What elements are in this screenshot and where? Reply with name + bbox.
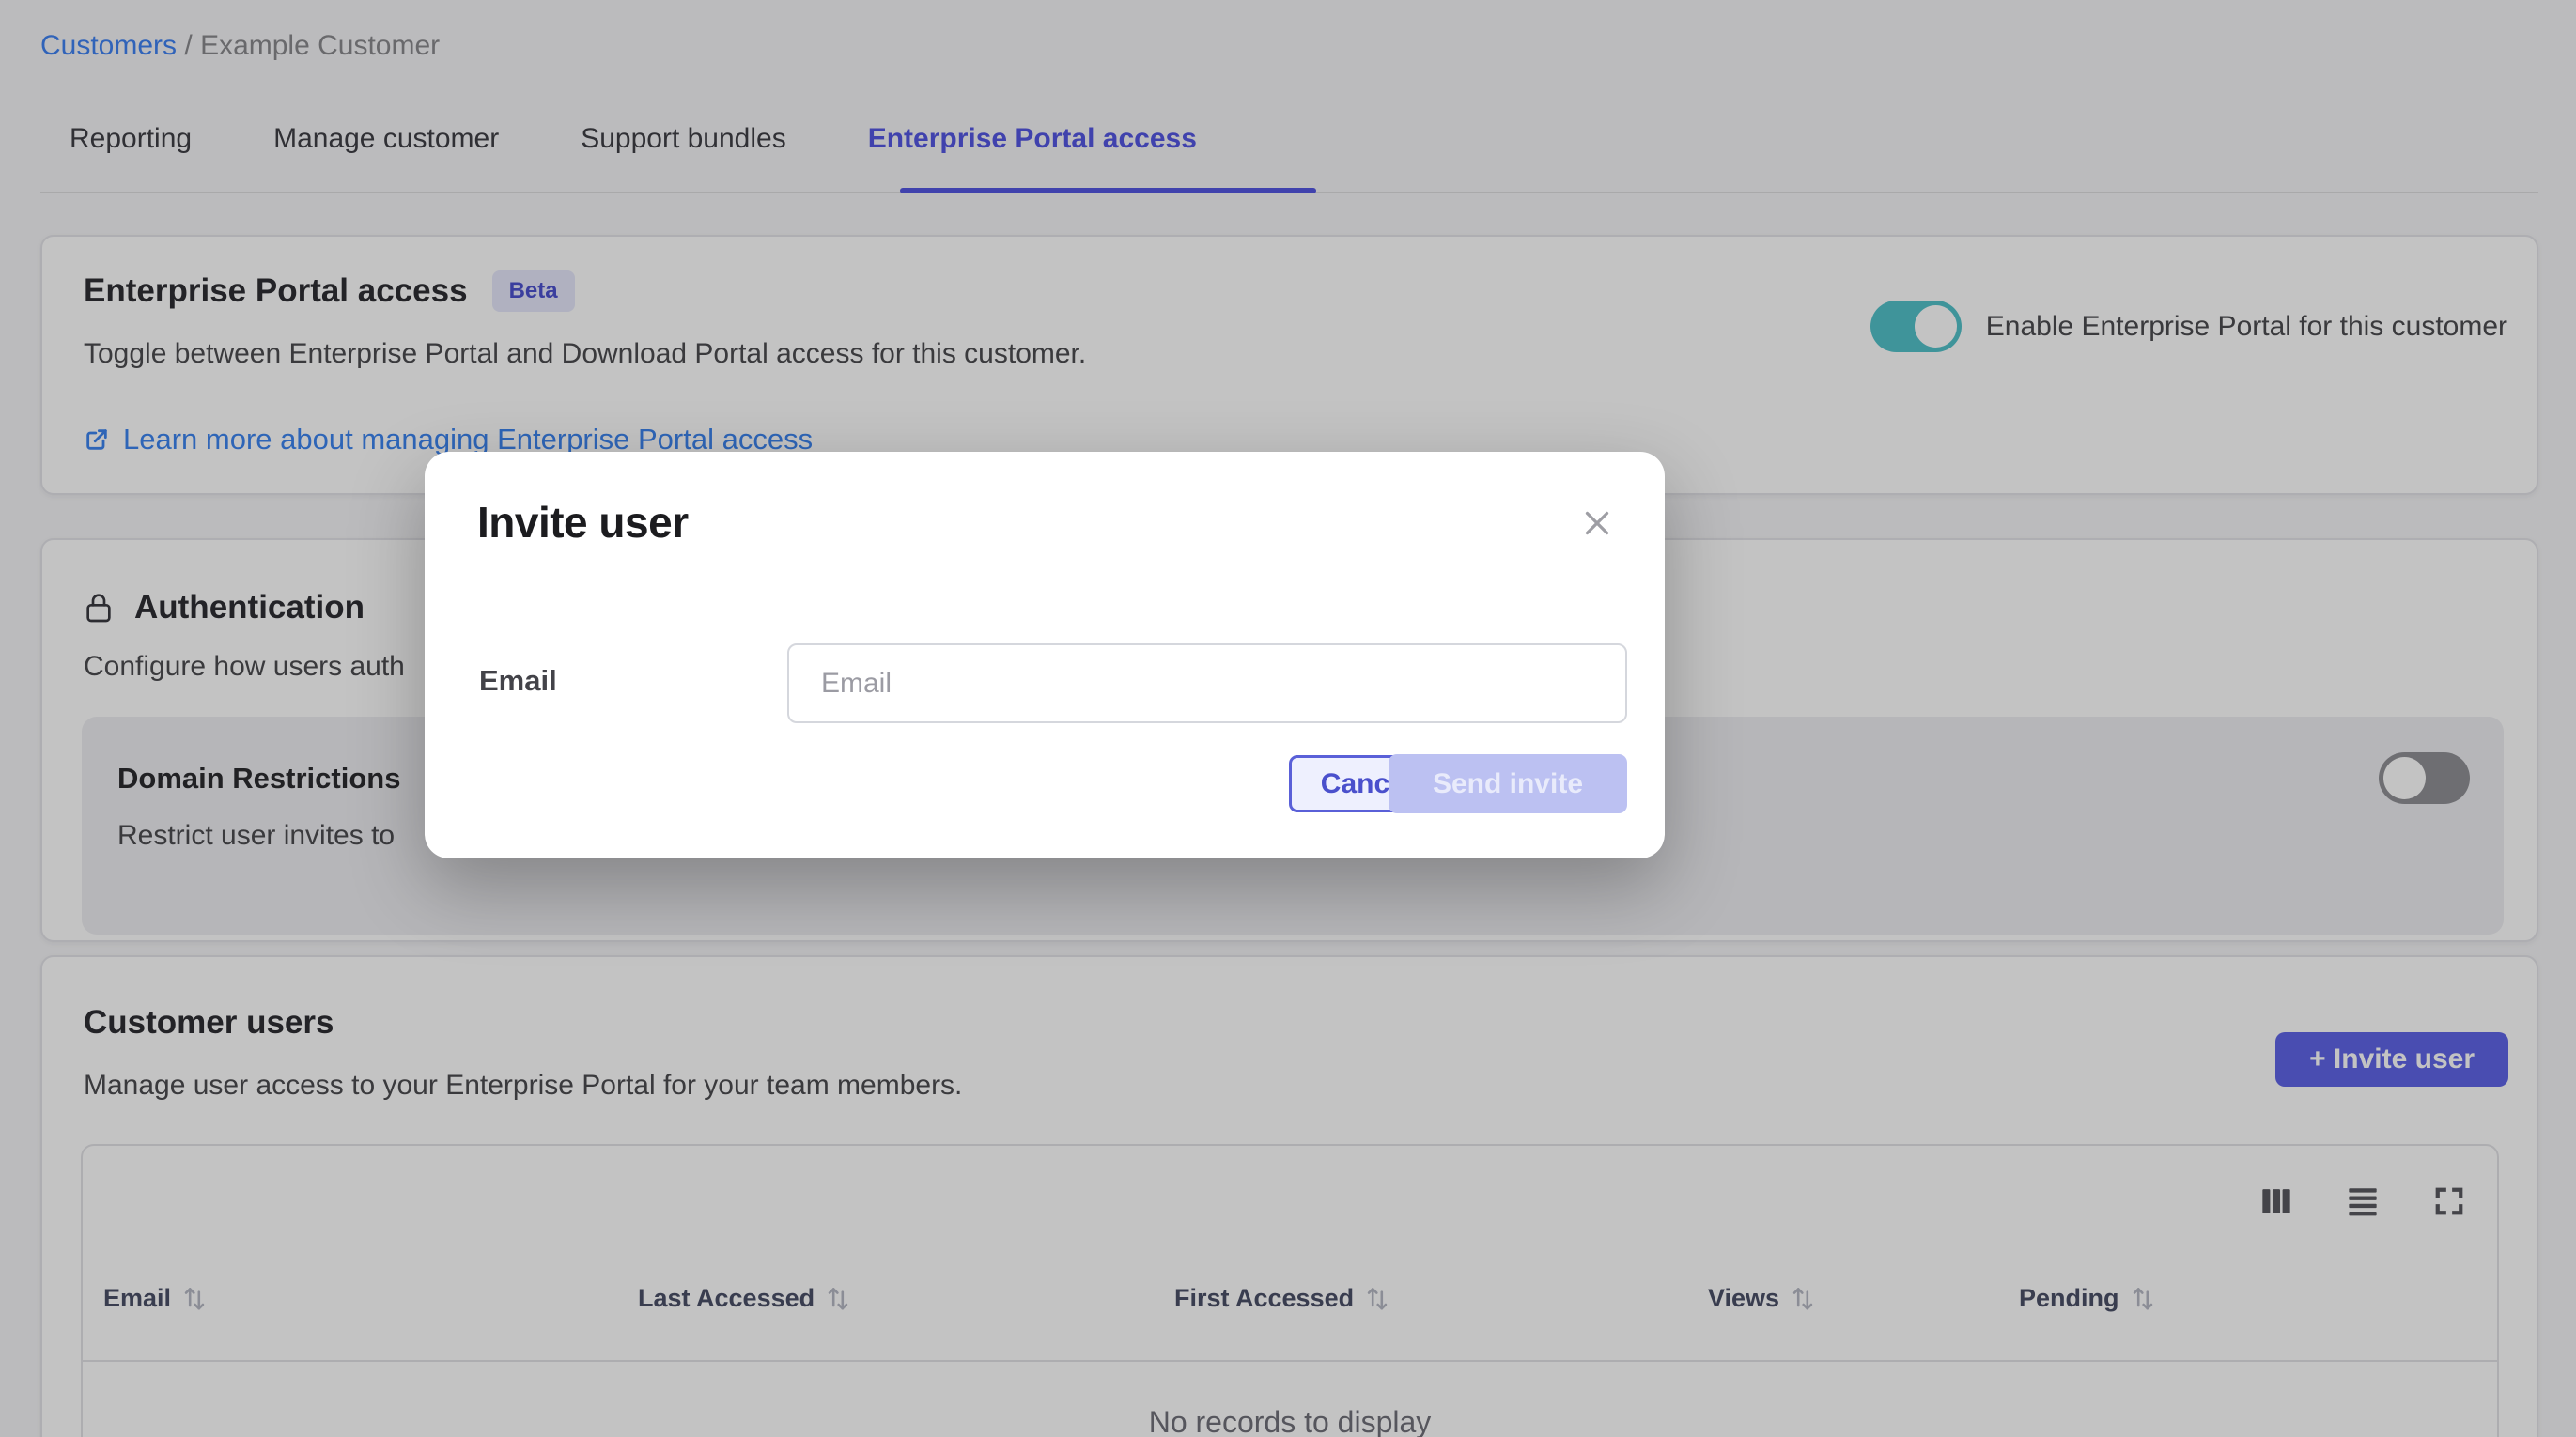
email-field[interactable] — [787, 643, 1627, 723]
email-field-label: Email — [479, 664, 557, 698]
modal-title: Invite user — [477, 497, 689, 548]
invite-user-modal: Invite user Email Cancel Send invite — [425, 452, 1665, 858]
enterprise-portal-access-page: Customers / Example Customer Reporting M… — [0, 0, 2576, 1437]
close-icon[interactable] — [1580, 506, 1614, 540]
send-invite-button[interactable]: Send invite — [1389, 754, 1627, 813]
